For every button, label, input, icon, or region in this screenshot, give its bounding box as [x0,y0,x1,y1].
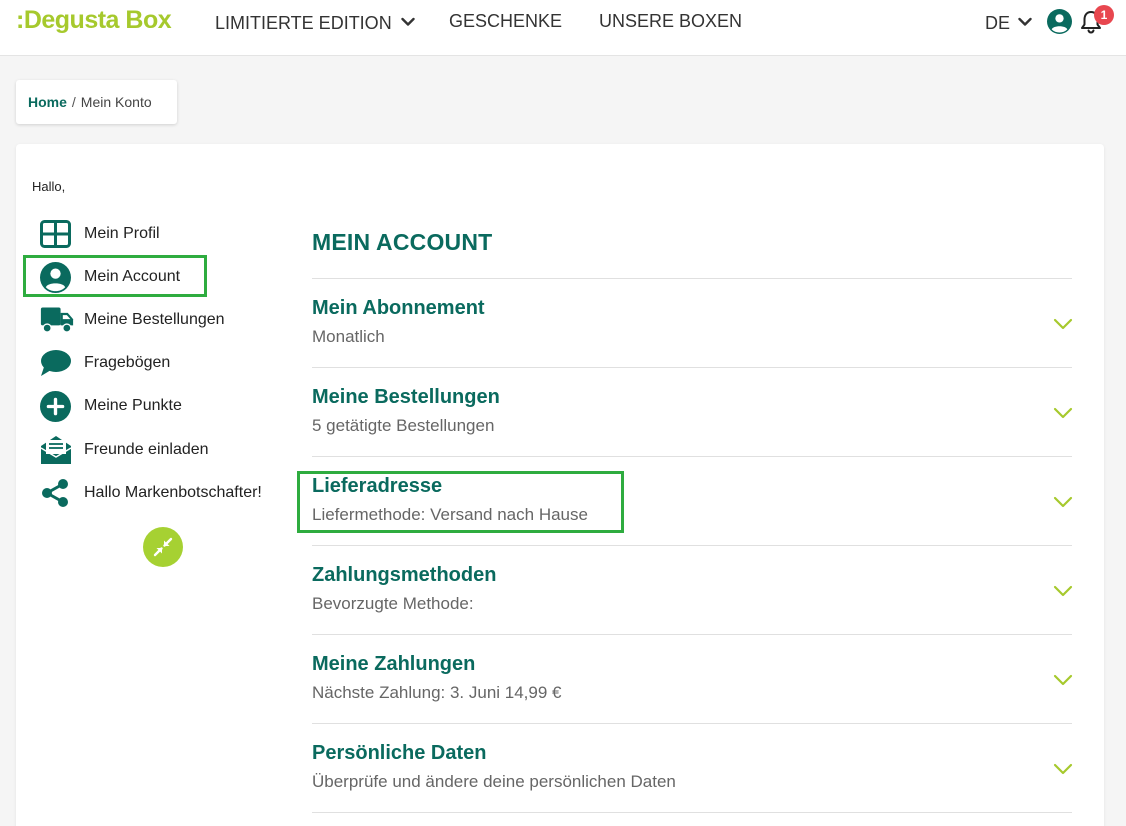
chevron-down-icon[interactable] [1053,762,1073,776]
nav-limitierte-edition-label: LIMITIERTE EDITION [215,13,392,33]
sidebar-item-mein-profil[interactable]: Mein Profil [40,217,160,251]
collapse-sidebar-button[interactable] [143,527,183,567]
chat-bubble-icon [40,347,74,379]
language-label: DE [985,13,1011,33]
sidebar-item-label: Freunde einladen [84,441,209,458]
breadcrumb: Home / Mein Konto [16,80,177,124]
share-icon [40,477,74,509]
greeting-text: Hallo, [32,179,66,194]
divider [312,723,1072,724]
accordion-title: Meine Zahlungen [312,653,476,675]
notification-badge: 1 [1094,5,1114,25]
divider [312,367,1072,368]
chevron-down-icon[interactable] [1053,673,1073,687]
nav-unsere-boxen[interactable]: UNSERE BOXEN [599,11,742,32]
divider [312,278,1072,279]
grid-icon [40,218,74,250]
accordion-title: Zahlungsmethoden [312,564,497,586]
nav-limitierte-edition[interactable]: LIMITIERTE EDITION [215,11,415,34]
sidebar-item-label: Meine Bestellungen [84,311,225,328]
chevron-down-icon[interactable] [1053,584,1073,598]
sidebar-item-meine-punkte[interactable]: Meine Punkte [40,389,182,423]
accordion-subtitle: Überprüfe und ändere deine persönlichen … [312,772,676,791]
divider [312,456,1072,457]
breadcrumb-home-link[interactable]: Home [28,94,67,110]
sidebar-item-label: Mein Profil [84,225,160,242]
accordion-title: Persönliche Daten [312,742,487,764]
sidebar-item-label: Hallo Markenbotschafter! [84,484,262,501]
chevron-down-icon[interactable] [1053,495,1073,509]
nav-geschenke[interactable]: GESCHENKE [449,11,562,32]
sidebar-item-label: Fragebögen [84,354,171,371]
degusta-box-logo[interactable]: :Degusta Box [16,6,172,35]
breadcrumb-current: Mein Konto [80,94,152,110]
chevron-down-icon[interactable] [1053,317,1073,331]
chevron-down-icon [1018,11,1032,32]
accordion-subtitle: 5 getätigte Bestellungen [312,416,495,435]
user-account-icon[interactable] [1047,9,1072,39]
collapse-arrows-icon [153,537,173,557]
accordion-subtitle: Bevorzugte Methode: [312,594,474,613]
sidebar-item-label: Meine Punkte [84,397,182,414]
accordion-subtitle: Monatlich [312,327,385,346]
envelope-letter-icon [40,434,74,466]
language-selector[interactable]: DE [985,11,1032,34]
page-title: MEIN ACCOUNT [312,229,493,255]
truck-icon [40,304,74,336]
accordion-title: Meine Bestellungen [312,386,500,408]
divider [312,634,1072,635]
divider [312,545,1072,546]
sidebar-item-freunde-einladen[interactable]: Freunde einladen [40,433,209,467]
sidebar-item-frageboegen[interactable]: Fragebögen [40,346,170,380]
accordion-subtitle: Nächste Zahlung: 3. Juni 14,99 € [312,683,562,702]
divider [312,812,1072,813]
chevron-down-icon[interactable] [1053,406,1073,420]
top-navigation-bar: :Degusta Box LIMITIERTE EDITION GESCHENK… [0,0,1126,56]
active-item-highlight [23,255,207,297]
sidebar-item-markenbotschafter[interactable]: Hallo Markenbotschafter! [40,476,262,510]
chevron-down-icon [401,11,415,32]
accordion-title: Mein Abonnement [312,297,485,319]
plus-circle-icon [40,390,74,422]
breadcrumb-separator: / [71,94,76,110]
address-highlight [297,471,624,533]
sidebar-item-meine-bestellungen[interactable]: Meine Bestellungen [40,303,225,337]
